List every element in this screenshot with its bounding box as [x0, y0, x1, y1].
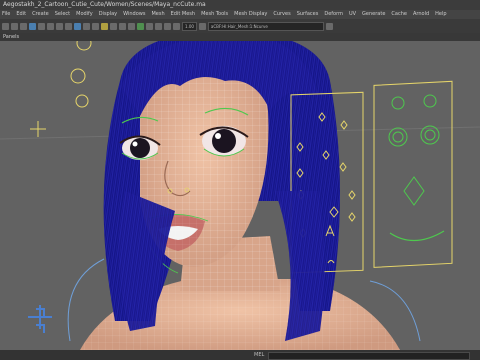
- smooth-shade-icon[interactable]: [83, 22, 90, 30]
- menu-generate[interactable]: Generate: [362, 10, 385, 19]
- shadows-icon[interactable]: [110, 22, 117, 30]
- menu-edit-mesh[interactable]: Edit Mesh: [171, 10, 195, 19]
- command-line-bar: MEL: [0, 350, 480, 360]
- menu-mesh-tools[interactable]: Mesh Tools: [201, 10, 228, 19]
- xray-icon[interactable]: [155, 22, 162, 30]
- menu-uv[interactable]: UV: [349, 10, 356, 19]
- menu-select[interactable]: Select: [55, 10, 70, 19]
- gamma-icon[interactable]: [198, 22, 206, 30]
- menu-mesh[interactable]: Mesh: [151, 10, 164, 19]
- menu-deform[interactable]: Deform: [324, 10, 343, 19]
- lights-icon[interactable]: [101, 22, 108, 30]
- menu-bar: File Edit Create Select Modify Display W…: [0, 10, 480, 19]
- viewport[interactable]: [0, 41, 480, 350]
- menu-cache[interactable]: Cache: [391, 10, 407, 19]
- paint-tool-icon[interactable]: [20, 22, 27, 30]
- xray-joints-icon[interactable]: [164, 22, 171, 30]
- command-input[interactable]: [268, 352, 470, 360]
- camera-icon[interactable]: [29, 22, 36, 30]
- menu-curves[interactable]: Curves: [273, 10, 290, 19]
- panels-menu[interactable]: Panels: [3, 34, 19, 40]
- frame-field[interactable]: 1.00: [182, 21, 197, 31]
- menu-mesh-display[interactable]: Mesh Display: [234, 10, 267, 19]
- mesh-selection-field[interactable]: aCBF:Hl:Hair_Mesh:1:Ncurve: [207, 21, 324, 31]
- ambient-occlusion-icon[interactable]: [119, 22, 126, 30]
- menu-create[interactable]: Create: [32, 10, 49, 19]
- menu-file[interactable]: File: [2, 10, 10, 19]
- isolate-icon[interactable]: [146, 22, 153, 30]
- viewport-toolbar: 1.00 aCBF:Hl:Hair_Mesh:1:Ncurve: [0, 19, 480, 33]
- wireframe-icon[interactable]: [74, 22, 81, 30]
- image-plane-icon[interactable]: [47, 22, 54, 30]
- lasso-tool-icon[interactable]: [11, 22, 18, 30]
- menu-surfaces[interactable]: Surfaces: [297, 10, 319, 19]
- backface-icon[interactable]: [173, 22, 180, 30]
- select-tool-icon[interactable]: [2, 22, 9, 30]
- bookmark-icon[interactable]: [38, 22, 45, 30]
- menu-edit[interactable]: Edit: [16, 10, 26, 19]
- menu-help[interactable]: Help: [435, 10, 446, 19]
- textured-icon[interactable]: [92, 22, 99, 30]
- view-transform-icon[interactable]: [325, 22, 333, 30]
- menu-display[interactable]: Display: [99, 10, 117, 19]
- menu-modify[interactable]: Modify: [76, 10, 93, 19]
- viewport-canvas[interactable]: [0, 41, 480, 350]
- panel-menu-bar: Panels: [0, 33, 480, 41]
- film-gate-icon[interactable]: [65, 22, 72, 30]
- menu-arnold[interactable]: Arnold: [413, 10, 429, 19]
- grid-icon[interactable]: [56, 22, 63, 30]
- window-title: Aegostakh_2_Cartoon_Cutie_Cute/Women/Sce…: [0, 0, 480, 10]
- motion-blur-icon[interactable]: [128, 22, 135, 30]
- anti-alias-icon[interactable]: [137, 22, 144, 30]
- mel-label[interactable]: MEL: [254, 350, 264, 360]
- menu-windows[interactable]: Windows: [123, 10, 145, 19]
